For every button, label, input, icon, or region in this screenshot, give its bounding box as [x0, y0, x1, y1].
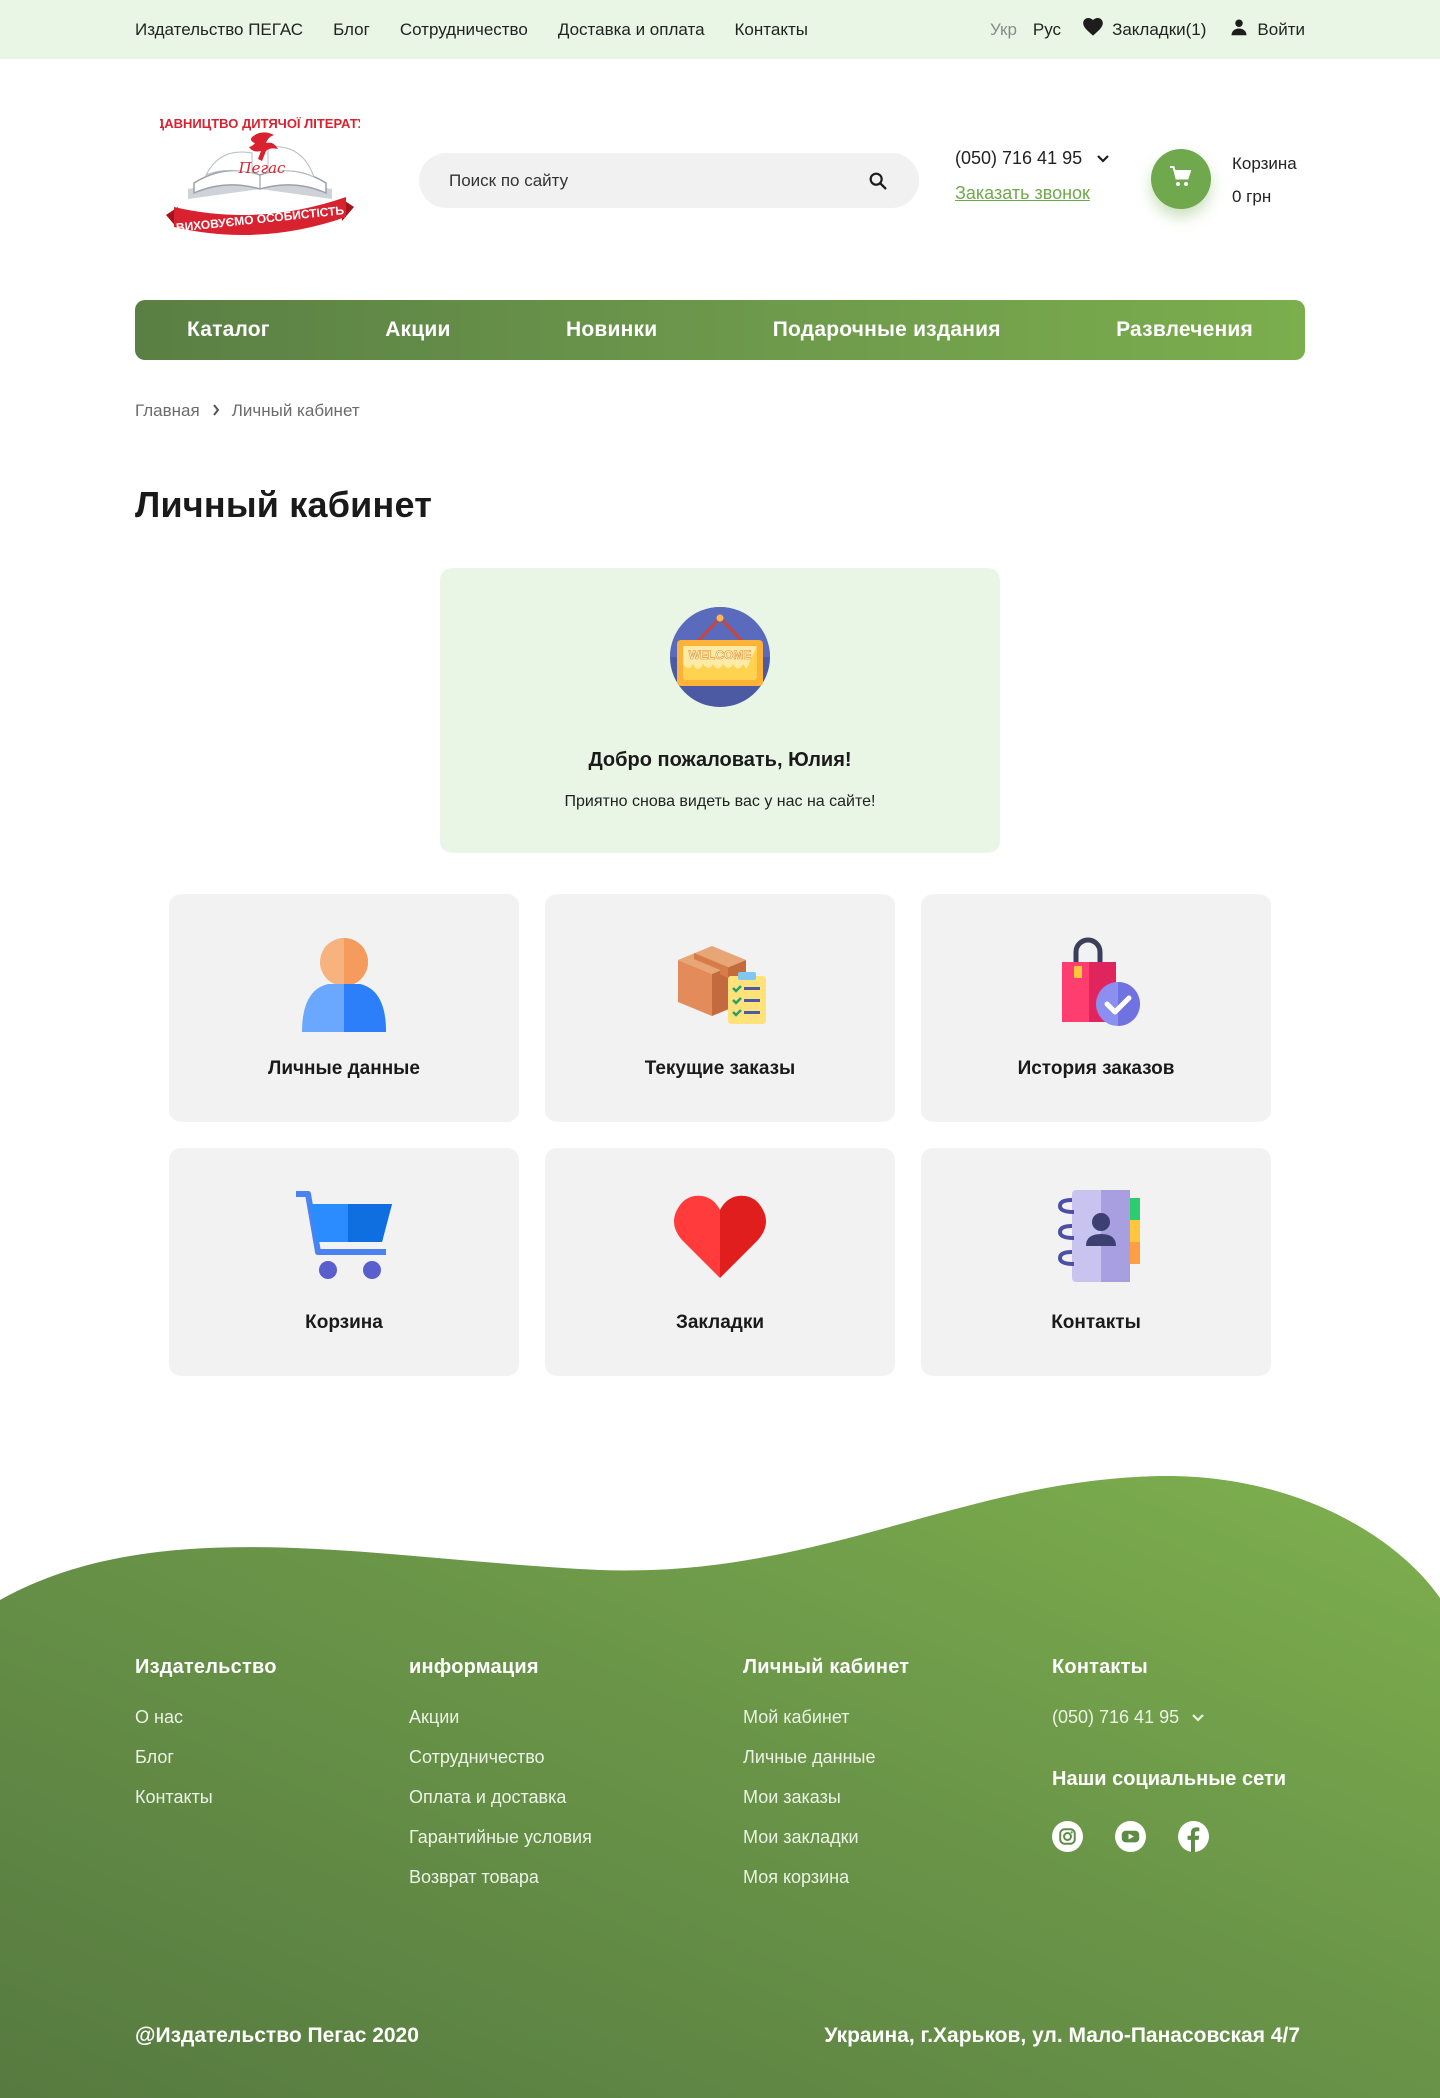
cart-sum: 0 грн	[1232, 186, 1272, 206]
footer-col-publisher: Издательство О нас Блог Контакты	[135, 1656, 277, 1827]
top-nav-delivery[interactable]: Доставка и оплата	[558, 20, 705, 40]
instagram-icon[interactable]	[1052, 1821, 1083, 1852]
tile-order-history[interactable]: История заказов	[921, 894, 1271, 1122]
tile-cart[interactable]: Корзина	[169, 1148, 519, 1376]
search-icon[interactable]	[867, 170, 889, 192]
lang-ukr-button[interactable]: Укр	[990, 20, 1017, 40]
breadcrumb-home[interactable]: Главная	[135, 401, 200, 421]
top-nav-blog[interactable]: Блог	[333, 20, 370, 40]
user-icon	[1230, 18, 1248, 41]
top-nav-contacts[interactable]: Контакты	[735, 20, 808, 40]
tile-bookmarks[interactable]: Закладки	[545, 1148, 895, 1376]
footer-col-contacts: Контакты (050) 716 41 95 Наши социальные…	[1052, 1656, 1286, 1852]
phone-block: (050) 716 41 95 Заказать звонок	[955, 148, 1110, 204]
footer-link-promotions[interactable]: Акции	[409, 1707, 592, 1728]
welcome-card: WELCOME Добро пожаловать, Юлия! Приятно …	[440, 568, 1000, 853]
search-input[interactable]	[449, 170, 867, 191]
footer-col-title: информация	[409, 1656, 539, 1678]
footer-col-info: информация Акции Сотрудничество Оплата и…	[409, 1656, 592, 1907]
footer-link-about[interactable]: О нас	[135, 1707, 277, 1728]
footer-link-my-account[interactable]: Мой кабинет	[743, 1707, 909, 1728]
welcome-title: Добро пожаловать, Юлия!	[588, 749, 852, 771]
footer-link-my-orders[interactable]: Мои заказы	[743, 1787, 909, 1808]
tile-label: Текущие заказы	[644, 1058, 796, 1079]
phone-dropdown[interactable]: (050) 716 41 95	[955, 148, 1110, 169]
page-title: Личный кабинет	[135, 484, 433, 525]
tile-label: Корзина	[305, 1312, 383, 1333]
tile-contacts[interactable]: Контакты	[921, 1148, 1271, 1376]
tile-label: Контакты	[1051, 1312, 1141, 1333]
menu-catalog[interactable]: Каталог	[187, 318, 270, 342]
callback-link[interactable]: Заказать звонок	[955, 183, 1110, 204]
box-clipboard-icon	[670, 932, 770, 1032]
breadcrumb: Главная Личный кабинет	[135, 401, 360, 421]
cart-icon	[294, 1186, 394, 1286]
account-tiles: Личные данные Текущие заказы История зак…	[169, 894, 1271, 1376]
facebook-icon[interactable]	[1178, 1821, 1209, 1852]
footer-link-cooperation[interactable]: Сотрудничество	[409, 1747, 592, 1768]
main-menu: Каталог Акции Новинки Подарочные издания…	[135, 300, 1305, 360]
footer-phone-dropdown[interactable]: (050) 716 41 95	[1052, 1707, 1286, 1728]
footer-link-my-bookmarks[interactable]: Мои закладки	[743, 1827, 909, 1848]
heart-icon	[1083, 18, 1103, 41]
header-cart-button[interactable]	[1151, 149, 1211, 209]
shopping-bag-check-icon	[1046, 932, 1146, 1032]
tile-label: Закладки	[675, 1312, 765, 1333]
social-title: Наши социальные сети	[1052, 1768, 1287, 1790]
footer-link-returns[interactable]: Возврат товара	[409, 1867, 592, 1888]
menu-gift-editions[interactable]: Подарочные издания	[773, 318, 1001, 342]
chevron-right-icon	[212, 401, 220, 421]
footer-phone: (050) 716 41 95	[1052, 1707, 1180, 1727]
phone-number: (050) 716 41 95	[955, 148, 1083, 168]
lang-rus-button[interactable]: Рус	[1033, 20, 1061, 40]
footer-link-personal-data[interactable]: Личные данные	[743, 1747, 909, 1768]
footer-link-warranty[interactable]: Гарантийные условия	[409, 1827, 592, 1848]
pegas-logo[interactable]: ВИДАВНИЦТВО ДИТЯЧОЇ ЛІТЕРАТУРИ Пегас ВИХ…	[136, 111, 384, 251]
tile-personal-data[interactable]: Личные данные	[169, 894, 519, 1122]
header-cart-info[interactable]: Корзина 0 грн	[1232, 152, 1297, 209]
user-icon	[294, 932, 394, 1032]
svg-text:ВИДАВНИЦТВО ДИТЯЧОЇ ЛІТЕРАТУРИ: ВИДАВНИЦТВО ДИТЯЧОЇ ЛІТЕРАТУРИ	[160, 116, 360, 131]
youtube-icon[interactable]	[1115, 1821, 1146, 1852]
login-label: Войти	[1257, 19, 1305, 39]
cart-label: Корзина	[1232, 154, 1297, 173]
search-bar	[419, 153, 919, 208]
footer-link-blog[interactable]: Блог	[135, 1747, 277, 1768]
menu-entertainment[interactable]: Развлечения	[1116, 318, 1253, 342]
top-nav-publisher[interactable]: Издательство ПЕГАС	[135, 20, 303, 40]
welcome-subtitle: Приятно снова видеть вас у нас на сайте!	[564, 793, 876, 810]
top-nav-cooperation[interactable]: Сотрудничество	[400, 20, 528, 40]
footer-address: Украина, г.Харьков, ул. Мало-Панасовская…	[824, 2024, 1300, 2047]
svg-text:WELCOME: WELCOME	[689, 648, 752, 662]
menu-new[interactable]: Новинки	[566, 318, 657, 342]
footer-link-contacts[interactable]: Контакты	[135, 1787, 277, 1808]
breadcrumb-current: Личный кабинет	[231, 401, 360, 420]
welcome-sign-icon: WELCOME	[669, 606, 771, 708]
top-nav: Издательство ПЕГАС Блог Сотрудничество Д…	[135, 0, 808, 59]
tile-current-orders[interactable]: Текущие заказы	[545, 894, 895, 1122]
footer-link-payment-delivery[interactable]: Оплата и доставка	[409, 1787, 592, 1808]
social-links	[1052, 1821, 1286, 1852]
footer-col-title: Контакты	[1052, 1656, 1148, 1678]
tile-label: Личные данные	[268, 1058, 420, 1079]
heart-icon	[670, 1186, 770, 1286]
menu-promotions[interactable]: Акции	[385, 318, 450, 342]
footer-col-title: Личный кабинет	[743, 1656, 910, 1678]
copyright: @Издательство Пегас 2020	[135, 2024, 419, 2047]
chevron-down-icon	[1191, 1707, 1205, 1728]
login-link[interactable]: Войти	[1230, 18, 1305, 41]
bookmarks-link[interactable]: Закладки(1)	[1083, 18, 1206, 41]
svg-text:Пегас: Пегас	[238, 159, 286, 177]
cart-icon	[1169, 165, 1193, 194]
top-bar: Издательство ПЕГАС Блог Сотрудничество Д…	[0, 0, 1440, 59]
footer-col-account: Личный кабинет Мой кабинет Личные данные…	[743, 1656, 909, 1907]
footer-col-title: Издательство	[135, 1656, 277, 1678]
footer-link-my-cart[interactable]: Моя корзина	[743, 1867, 909, 1888]
chevron-down-icon	[1096, 148, 1110, 169]
address-book-icon	[1046, 1186, 1146, 1286]
bookmarks-label: Закладки(1)	[1112, 19, 1207, 39]
tile-label: История заказов	[1017, 1058, 1175, 1079]
top-bar-right: Укр Рус Закладки(1) Войти	[990, 0, 1305, 59]
